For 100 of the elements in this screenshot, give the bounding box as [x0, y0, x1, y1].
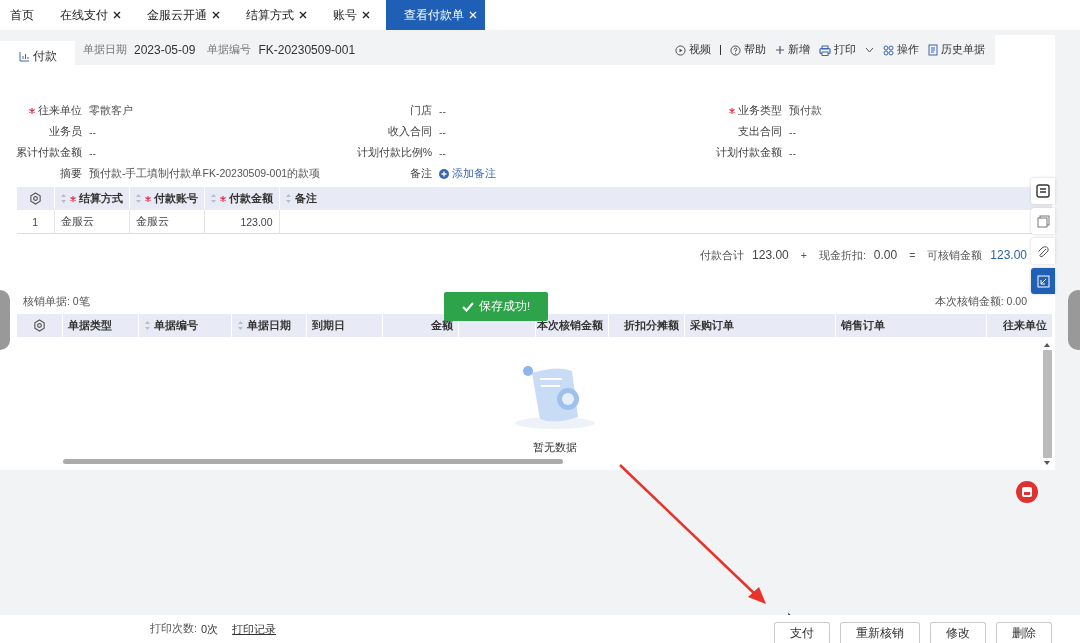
field-label: 累计付款金额 [15, 145, 82, 160]
field-value: FK-20230509-001 [258, 43, 356, 57]
add-note-link[interactable]: 添加备注 [439, 166, 496, 181]
toolbar-button[interactable]: 打印 [819, 43, 874, 57]
field-label: 单据编号 [207, 43, 252, 57]
tab[interactable]: 查看付款单 [386, 0, 485, 30]
field-label: 计划付款金额 [715, 145, 782, 160]
field-label: 业务员 [48, 124, 82, 139]
column-header: 备注 [294, 191, 317, 206]
field-label: 摘要 [59, 166, 82, 181]
table-cell: 1 [32, 215, 39, 228]
table-cell: 金服云 [135, 214, 169, 227]
field-label: 业务类型 [700, 103, 782, 118]
paperclip-icon [1037, 244, 1049, 258]
field-value: 预付款-手工填制付款单FK-20230509-001的款项 [89, 166, 321, 181]
writeoff-amount: 本次核销金额: 0.00 [934, 295, 1027, 309]
close-icon[interactable] [299, 11, 307, 19]
collapse-icon [1036, 274, 1050, 288]
tab[interactable]: 金服云开通 [137, 0, 230, 30]
close-icon[interactable] [212, 11, 220, 19]
printer-icon [819, 44, 831, 56]
total-label: 付款合计 [700, 249, 745, 263]
tab[interactable]: 结算方式 [236, 0, 317, 30]
toolbar-button[interactable]: 历史单据 [928, 43, 985, 57]
field-label: 收入合同 [387, 124, 432, 139]
operator: = [909, 249, 916, 261]
total-value: 123.00 [990, 248, 1027, 262]
action-button[interactable]: 重新核销 [840, 622, 920, 643]
tab[interactable]: 账号 [323, 0, 380, 30]
chevron-down-icon [865, 47, 874, 53]
column-header: 付款金额 [219, 191, 273, 206]
toolbar-button[interactable]: 操作 [883, 43, 919, 57]
toolbar-button[interactable]: 视频 [675, 43, 711, 57]
field-label: 往来单位 [0, 103, 82, 118]
document-icon [1036, 184, 1050, 198]
field-label: 支出合同 [737, 124, 782, 139]
total-label: 现金折扣: [818, 249, 866, 263]
document-icon [928, 44, 938, 56]
plus-icon [775, 45, 785, 55]
column-header: 单据类型 [67, 318, 112, 333]
close-icon[interactable] [113, 11, 121, 19]
scroll-up-icon[interactable] [1044, 343, 1050, 347]
side-panel-button[interactable] [1031, 178, 1055, 204]
plus-circle-icon [439, 168, 449, 179]
field-value: -- [789, 125, 796, 138]
field-value: -- [789, 146, 796, 159]
column-header: 折扣分摊额 [623, 318, 679, 333]
side-panel-button[interactable] [1031, 238, 1055, 264]
toolbar-button[interactable]: 新增 [775, 43, 810, 57]
field-label: 门店 [409, 103, 432, 118]
column-header: 到期日 [311, 318, 345, 333]
grid-icon [883, 44, 894, 56]
field-label: 备注 [409, 166, 432, 181]
total-value: 123.00 [752, 248, 789, 262]
field-value: -- [89, 125, 96, 138]
field-value: -- [439, 146, 446, 159]
column-header: 本次核销金额 [536, 318, 603, 333]
copy-icon [1036, 214, 1050, 228]
action-button[interactable]: 删除 [996, 622, 1052, 643]
column-header: 结算方式 [69, 191, 123, 206]
print-count-label: 打印次数: [150, 622, 197, 636]
writeoff-count: 核销单据: 0笔 [23, 295, 90, 309]
column-header: 单据日期 [246, 318, 291, 333]
vertical-scrollbar[interactable] [1042, 343, 1052, 465]
scroll-down-icon[interactable] [1044, 461, 1050, 465]
tab[interactable]: 首页 [0, 0, 44, 30]
field-value: 零散客户 [89, 103, 133, 118]
field-value: -- [89, 146, 96, 159]
field-label: 单据日期 [83, 43, 127, 57]
tab[interactable]: 在线支付 [50, 0, 131, 30]
table-cell: 123.00 [240, 215, 273, 228]
horizontal-scrollbar[interactable] [63, 459, 563, 464]
settings-icon[interactable] [32, 319, 46, 332]
print-count: 0次 [200, 621, 219, 637]
action-button[interactable]: 修改 [930, 622, 986, 643]
column-header: 往来单位 [1003, 318, 1047, 333]
field-value: -- [439, 125, 446, 138]
chart-icon [18, 50, 30, 62]
operator: + [800, 249, 807, 261]
table-cell: 金服云 [60, 214, 94, 227]
close-icon[interactable] [362, 11, 370, 19]
total-value: 0.00 [873, 248, 898, 262]
action-button[interactable]: 支付 [774, 622, 830, 643]
field-value: -- [439, 104, 446, 117]
field-value: 2023-05-09 [134, 43, 196, 57]
check-icon [461, 301, 474, 312]
help-icon [730, 44, 741, 56]
field-value: 预付款 [789, 103, 822, 118]
total-label: 可核销金额 [927, 249, 983, 263]
play-icon [675, 44, 686, 56]
record-icon[interactable] [1016, 481, 1038, 503]
column-header: 销售订单 [840, 318, 885, 333]
settings-icon[interactable] [28, 192, 42, 205]
toolbar-button[interactable]: 帮助 [730, 43, 766, 57]
column-header: 采购订单 [689, 318, 734, 333]
column-header: 付款账号 [144, 191, 198, 206]
side-panel-button[interactable] [1031, 268, 1055, 294]
print-log-link[interactable]: 打印记录 [232, 621, 277, 637]
empty-state-text: 暂无数据 [532, 441, 577, 455]
column-header: 单据编号 [153, 318, 198, 333]
